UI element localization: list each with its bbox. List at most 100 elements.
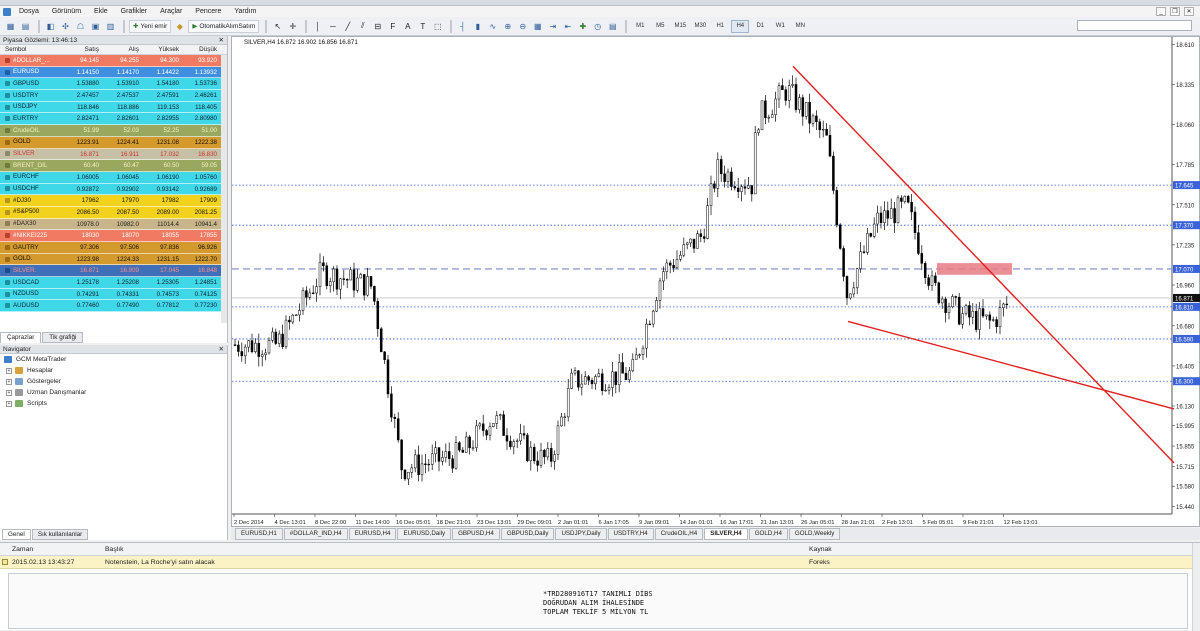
market-watch-row[interactable]: USDCAD 1.25178 1.25208 1.25305 1.24851 xyxy=(0,277,227,289)
navigator-item-experts[interactable]: + Uzman Danışmanlar xyxy=(0,387,227,398)
navigator-item-indicators[interactable]: + Göstergeler xyxy=(0,376,227,387)
trendline-icon[interactable]: ╱ xyxy=(341,20,354,33)
market-watch-row[interactable]: GOLD. 1223.98 1224.33 1231.15 1222.70 xyxy=(0,253,227,266)
market-watch-row[interactable]: SILVER. 16.871 16.909 17.045 16.848 xyxy=(0,265,227,278)
menu-insert[interactable]: Ekle xyxy=(94,8,108,15)
line-chart-icon[interactable]: ∿ xyxy=(486,20,499,33)
templates-icon[interactable]: ▤ xyxy=(606,20,619,33)
tf-h4[interactable]: H4 xyxy=(731,19,750,33)
market-watch-row[interactable]: EURCHF 1.06005 1.06045 1.06190 1.05760 xyxy=(0,171,227,184)
market-watch-row[interactable]: GOLD 1223.91 1224.41 1231.08 1222.38 xyxy=(0,136,227,149)
tf-h1[interactable]: H1 xyxy=(711,20,729,33)
chart-tab[interactable]: EURUSD,H1 xyxy=(235,528,283,540)
market-watch-row[interactable]: GBPUSD 1.53880 1.53910 1.54180 1.53736 xyxy=(0,78,227,91)
chart-tab[interactable]: GOLD,H4 xyxy=(748,528,788,540)
menu-window[interactable]: Pencere xyxy=(195,8,221,15)
menu-file[interactable]: Dosya xyxy=(19,8,39,15)
menu-help[interactable]: Yardım xyxy=(234,8,256,15)
data-window-icon[interactable]: ✣ xyxy=(59,20,72,33)
chart-tab[interactable]: USDJPY,Daily xyxy=(555,528,607,540)
tab-general[interactable]: Genel xyxy=(2,529,31,540)
zoom-out-icon[interactable]: ⊖ xyxy=(516,20,529,33)
tester-icon[interactable]: ▥ xyxy=(104,20,117,33)
tf-w1[interactable]: W1 xyxy=(771,20,789,33)
navigator-icon[interactable]: ☖ xyxy=(74,20,87,33)
close-icon[interactable]: ✕ xyxy=(219,345,227,353)
chart-tab[interactable]: USDTRY,H4 xyxy=(607,528,654,540)
market-watch-row[interactable]: EURTRY 2.82471 2.82601 2.82955 2.80980 xyxy=(0,113,227,126)
fibonacci-icon[interactable]: F xyxy=(386,20,399,33)
navigator-item-scripts[interactable]: + Scripts xyxy=(0,398,227,409)
meta-editor-icon[interactable]: ◆ xyxy=(173,20,186,33)
new-order-button[interactable]: ✚ Yeni emir xyxy=(129,19,172,33)
auto-scroll-icon[interactable]: ⇥ xyxy=(546,20,559,33)
restore-icon[interactable]: ❐ xyxy=(1170,7,1180,16)
market-watch-row[interactable]: USDCHF 0.92872 0.92902 0.93142 0.92689 xyxy=(0,183,227,196)
tf-m5[interactable]: M5 xyxy=(651,20,669,33)
horizontal-line-icon[interactable]: ─ xyxy=(326,20,339,33)
market-watch-icon[interactable]: ◧ xyxy=(44,20,57,33)
market-watch-row[interactable]: #NIKKEI225 18030 18070 18055 17855 xyxy=(0,230,227,242)
indicators-icon[interactable]: ✚ xyxy=(576,20,589,33)
chart-tab[interactable]: SILVER,H4 xyxy=(704,528,748,540)
expand-icon[interactable]: + xyxy=(6,378,12,385)
chart-tab[interactable]: GBPUSD,Daily xyxy=(500,528,555,540)
chart-tab[interactable]: GOLD,Weekly xyxy=(788,528,841,540)
text-icon[interactable]: A xyxy=(401,20,414,33)
periods-icon[interactable]: ◷ xyxy=(591,20,604,33)
news-row[interactable]: 2015.02.13 13:43:27 Notenstein, La Roche… xyxy=(0,556,1200,569)
expand-icon[interactable]: + xyxy=(6,400,12,407)
market-watch-row[interactable]: SILVER 16.871 16.911 17.032 16.830 xyxy=(0,148,227,161)
new-chart-icon[interactable]: ▦ xyxy=(4,20,17,33)
col-title[interactable]: Başlık xyxy=(105,543,809,555)
close-icon[interactable]: ✕ xyxy=(219,36,227,44)
chart-tab[interactable]: GBPUSD,H4 xyxy=(452,528,500,540)
autotrading-button[interactable]: ▶ OtomatikAlımSatım xyxy=(188,19,260,33)
tab-favorites[interactable]: Sık kullanılanlar xyxy=(31,529,89,540)
market-watch-row[interactable]: USDTRY 2.47457 2.47537 2.47591 2.46261 xyxy=(0,90,227,102)
scrollbar[interactable] xyxy=(1192,543,1200,631)
market-watch-row[interactable]: NZDUSD 0.74291 0.74331 0.74573 0.74125 xyxy=(0,288,227,301)
market-watch-row[interactable]: #DAX30 10978.0 10982.0 11014.4 10941.4 xyxy=(0,218,227,231)
cursor-icon[interactable]: ↖ xyxy=(271,20,284,33)
tab-tick-chart[interactable]: Tik grafiği xyxy=(42,332,84,343)
col-symbol[interactable]: Sembol xyxy=(0,45,62,54)
navigator-root[interactable]: GCM MetaTrader xyxy=(0,354,227,365)
minimize-icon[interactable]: _ xyxy=(1156,7,1166,16)
tf-d1[interactable]: D1 xyxy=(751,20,769,33)
menu-charts[interactable]: Grafikler xyxy=(121,8,147,15)
vertical-line-icon[interactable]: │ xyxy=(311,20,324,33)
price-chart[interactable]: 18.610 18.335 18.060 17.785 17.645 17.510 17.3… xyxy=(232,37,1200,528)
bar-chart-icon[interactable]: ┤ xyxy=(456,20,469,33)
market-watch-row[interactable]: #DJ30 17962 17970 17982 17909 xyxy=(0,195,227,207)
label-icon[interactable]: T xyxy=(416,20,429,33)
tile-windows-icon[interactable]: ▦ xyxy=(531,20,544,33)
col-time[interactable]: Zaman xyxy=(0,543,105,555)
chart-tab[interactable]: EURUSD,H4 xyxy=(348,528,397,540)
tf-m30[interactable]: M30 xyxy=(691,20,709,33)
tf-m15[interactable]: M15 xyxy=(671,20,689,33)
close-icon[interactable]: ✕ xyxy=(1184,7,1194,16)
col-bid[interactable]: Satış xyxy=(62,45,102,54)
col-low[interactable]: Düşük xyxy=(182,45,225,54)
navigator-item-accounts[interactable]: + Hesaplar xyxy=(0,365,227,376)
market-watch-row[interactable]: #S&P500 2086.50 2087.50 2089.00 2081.25 xyxy=(0,206,227,219)
menu-tools[interactable]: Araçlar xyxy=(160,8,182,15)
tab-crosses[interactable]: Çaprazlar xyxy=(0,332,42,343)
channel-icon[interactable]: ⫽ xyxy=(356,20,369,33)
scrollbar[interactable] xyxy=(221,55,227,323)
tf-mn[interactable]: MN xyxy=(791,20,809,33)
market-watch-row[interactable]: GAUTRY 97.306 97.506 97.836 96.926 xyxy=(0,242,227,254)
shapes-icon[interactable]: ⬚ xyxy=(431,20,444,33)
chart-shift-icon[interactable]: ⇤ xyxy=(561,20,574,33)
zoom-in-icon[interactable]: ⊕ xyxy=(501,20,514,33)
market-watch-row[interactable]: #DOLLAR_... 94.145 94.255 94.300 93.920 xyxy=(0,55,227,67)
market-watch-row[interactable]: EURUSD 1.14150 1.14170 1.14422 1.13932 xyxy=(0,66,227,79)
market-watch-row[interactable]: USDJPY 118.846 118.886 119.153 118.405 xyxy=(0,101,227,114)
market-watch-row[interactable]: CrudeOIL 51.99 52.03 52.25 51.00 xyxy=(0,125,227,137)
crosshair-icon[interactable]: ✛ xyxy=(286,20,299,33)
terminal-icon[interactable]: ▣ xyxy=(89,20,102,33)
candle-chart-icon[interactable]: ▮ xyxy=(471,20,484,33)
chart-tab[interactable]: CrudeOIL,H4 xyxy=(654,528,704,540)
expand-icon[interactable]: + xyxy=(6,367,12,374)
